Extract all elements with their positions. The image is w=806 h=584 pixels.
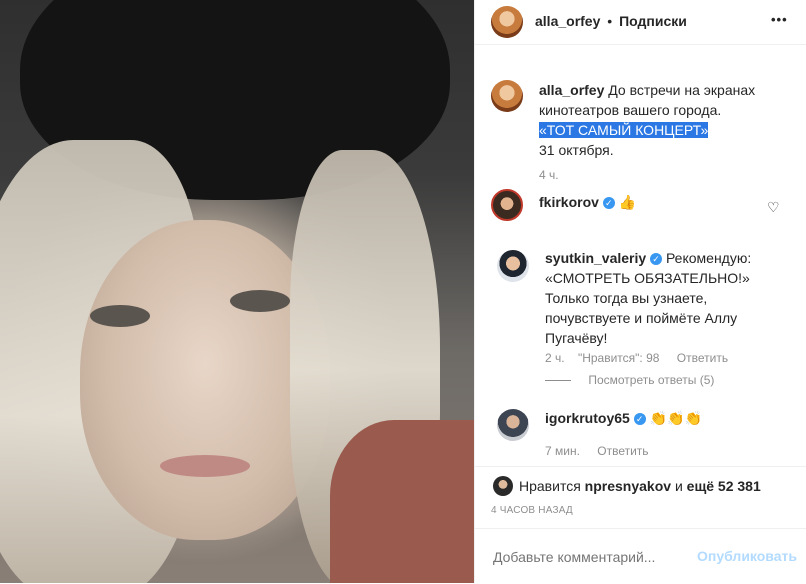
header-separator: •: [607, 13, 613, 29]
post-sidebar: alla_orfey • Подписки ••• alla_orfey До …: [474, 0, 806, 583]
reply-button[interactable]: Ответить: [677, 351, 728, 365]
caption-time[interactable]: 4 ч.: [539, 168, 559, 182]
comment-avatar-fkirkorov[interactable]: [491, 189, 523, 221]
header-user-line: alla_orfey • Подписки: [535, 13, 687, 29]
publish-button[interactable]: Опубликовать: [697, 548, 797, 564]
header-username[interactable]: alla_orfey: [535, 13, 600, 29]
comment-text-line-4: почувствуете и поймёте Аллу: [545, 310, 738, 326]
view-replies-row[interactable]: Посмотреть ответы (5): [545, 373, 714, 387]
comment-time[interactable]: 2 ч.: [545, 351, 565, 365]
likes-line: Нравится npresnyakov и ещё 52 381: [519, 476, 761, 496]
verified-badge-icon: ✓: [650, 253, 663, 266]
post-photo[interactable]: [0, 0, 474, 583]
post-header: alla_orfey • Подписки •••: [475, 0, 806, 45]
comment-igorkrutoy: igorkrutoy65 ✓ 👏👏👏: [545, 408, 702, 428]
caption: alla_orfey До встречи на экранах кинотеа…: [539, 80, 789, 160]
photo-lips: [160, 455, 250, 477]
comment-time[interactable]: 7 мин.: [545, 444, 580, 458]
verified-badge-icon: ✓: [633, 413, 646, 426]
comment-text-line-2: «СМОТРЕТЬ ОБЯЗАТЕЛЬНО!»: [545, 270, 750, 286]
comment-avatar-igorkrutoy[interactable]: [497, 409, 529, 441]
likes-middle: и: [674, 478, 683, 494]
comment-text: 👏👏👏: [649, 410, 702, 426]
caption-highlight: «ТОТ САМЫЙ КОНЦЕРТ»: [539, 122, 709, 138]
comment-fkirkorov: fkirkorov ✓ 👍: [539, 192, 636, 212]
follow-button[interactable]: Подписки: [619, 13, 687, 29]
likes-user[interactable]: npresnyakov: [585, 478, 671, 494]
caption-username[interactable]: alla_orfey: [539, 82, 604, 98]
comment-username[interactable]: syutkin_valeriy: [545, 250, 646, 266]
divider: [475, 466, 806, 467]
likes-avatar[interactable]: [493, 476, 513, 496]
comment-avatar-syutkin[interactable]: [497, 250, 529, 282]
caption-text-3: 31 октября.: [539, 142, 614, 158]
more-options-icon[interactable]: •••: [771, 12, 788, 27]
likes-count[interactable]: ещё 52 381: [687, 478, 761, 494]
verified-badge-icon: ✓: [602, 197, 615, 210]
header-avatar[interactable]: [491, 6, 523, 38]
comment-syutkin: syutkin_valeriy ✓ Рекомендую: «СМОТРЕТЬ …: [545, 248, 785, 348]
add-comment-section: Опубликовать: [475, 528, 806, 584]
photo-sweater: [330, 420, 474, 583]
comment-text-line-1: Рекомендую:: [665, 250, 752, 266]
comment-meta-row: 2 ч. "Нравится": 98 Ответить: [545, 351, 785, 365]
comment-likes-count[interactable]: "Нравится": 98: [578, 351, 660, 365]
comment-meta-row: 7 мин. Ответить: [545, 444, 649, 458]
caption-text-2: кинотеатров вашего города.: [539, 102, 722, 118]
view-replies-button[interactable]: Посмотреть ответы (5): [588, 373, 714, 387]
comment-username[interactable]: igorkrutoy65: [545, 410, 630, 426]
comment-input[interactable]: [491, 545, 695, 569]
post-time[interactable]: 4 ЧАСОВ НАЗАД: [491, 505, 573, 516]
like-comment-heart-icon[interactable]: ♡: [767, 199, 780, 216]
replies-line-icon: [545, 380, 571, 382]
photo-eye-right: [230, 290, 290, 312]
caption-text-1: До встречи на экранах: [608, 82, 756, 98]
photo-eye-left: [90, 305, 150, 327]
comment-text-line-5: Пугачёву!: [545, 330, 608, 346]
comment-text-line-3: Только тогда вы узнаете,: [545, 290, 708, 306]
comment-text: 👍: [618, 194, 637, 210]
caption-avatar[interactable]: [491, 80, 523, 112]
reply-button[interactable]: Ответить: [597, 444, 648, 458]
comment-username[interactable]: fkirkorov: [539, 194, 599, 210]
likes-prefix: Нравится: [519, 478, 581, 494]
